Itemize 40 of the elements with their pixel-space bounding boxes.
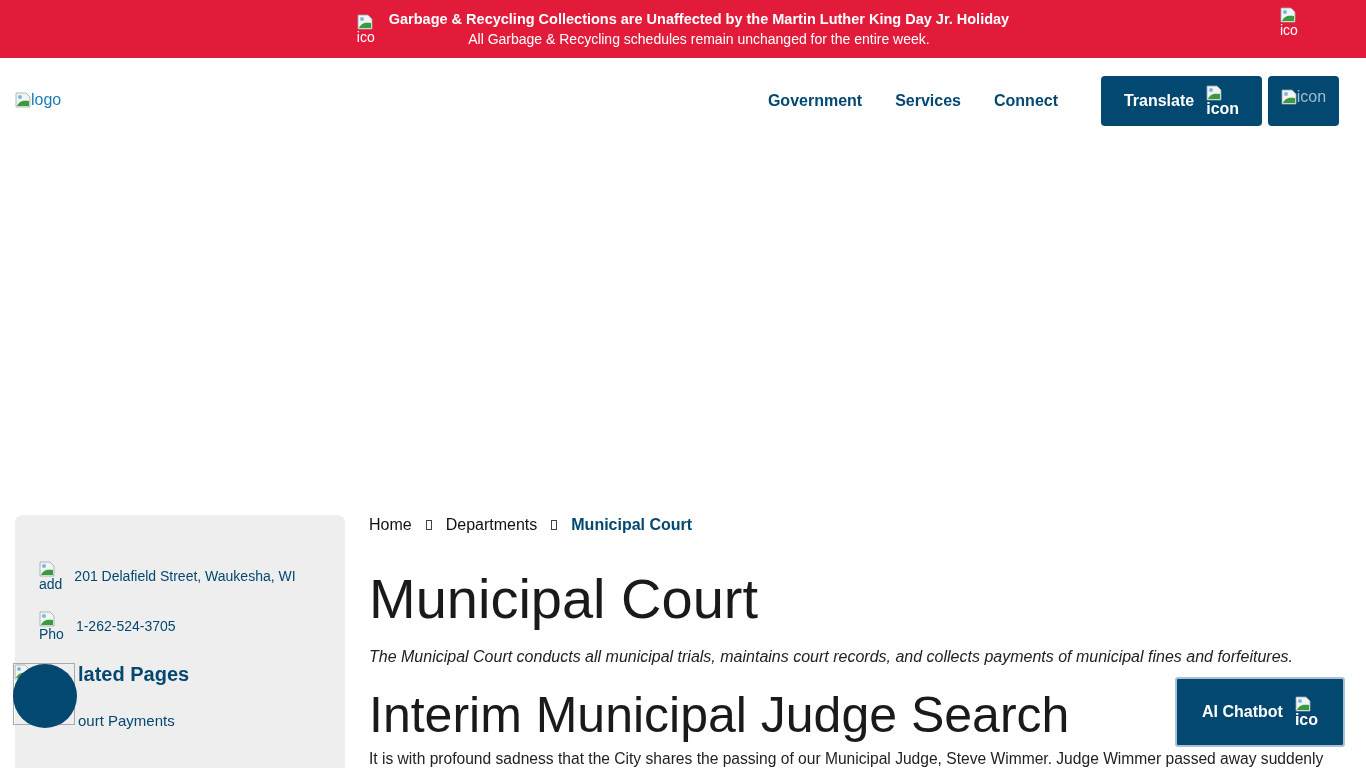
floating-circle-button[interactable]: [13, 664, 77, 728]
alert-title: Garbage & Recycling Collections are Unaffected by the Martin Luther King Day Jr. Holiday: [388, 11, 1010, 27]
chatbot-button[interactable]: AI Chatbot ico: [1175, 677, 1345, 747]
nav-link[interactable]: Connect: [994, 92, 1058, 110]
image-alt-text: ico: [1280, 23, 1298, 37]
broken-image-icon: [1294, 696, 1311, 712]
image-alt-text: icon: [1206, 101, 1240, 117]
related-heading: lated Pages: [78, 663, 190, 686]
contact-text: 201 Delafield Street, Waukesha, WI: [74, 568, 296, 584]
broken-image-icon: [356, 14, 373, 30]
intro-text: The Municipal Court conducts all municipal trials, maintains court records, and collects payments of municipal fines and forfeitures.: [369, 648, 1294, 666]
logo-link[interactable]: logo: [15, 90, 62, 112]
contact-text: 1-262-524-3705: [75, 618, 176, 634]
breadcrumb-link[interactable]: Departments: [445, 516, 538, 534]
broken-image-icon: [1280, 7, 1296, 23]
image-alt-text: logo: [31, 90, 62, 109]
body-text: It is with profound sadness that the City shares the passing of our Municipal Judge, Steve Wimmer. Judge Wimmer passed away suddenly: [369, 750, 1325, 768]
image-alt-text: add: [39, 577, 63, 591]
image-alt-text: ico: [356, 30, 375, 44]
icon-button[interactable]: icon: [1268, 76, 1339, 126]
image-alt-text: icon: [1296, 88, 1327, 106]
broken-image-icon: [39, 611, 55, 627]
broken-image-icon: [1206, 85, 1223, 101]
close-button[interactable]: ico: [1280, 7, 1298, 37]
section-title: Interim Municipal Judge Search: [369, 686, 1070, 744]
separator-icon: [425, 520, 432, 530]
broken-image-icon: [15, 91, 31, 108]
nav-link[interactable]: Government: [767, 92, 863, 110]
nav-link[interactable]: Services: [895, 92, 961, 110]
broken-image-icon: [39, 561, 55, 577]
separator-icon: [551, 520, 558, 530]
breadcrumb-link[interactable]: Municipal Court: [571, 516, 693, 534]
page-title: Municipal Court: [369, 566, 759, 631]
alert-message: All Garbage & Recycling schedules remain unchanged for the entire week.: [467, 31, 931, 47]
related-link[interactable]: ourt Payments: [78, 712, 190, 729]
translate-button[interactable]: Translate icon: [1101, 76, 1262, 126]
breadcrumb-link[interactable]: Home: [369, 516, 412, 534]
image-alt-text: Pho: [39, 627, 64, 641]
image-alt-text: ico: [1294, 712, 1318, 728]
broken-image-icon: [1280, 89, 1297, 105]
